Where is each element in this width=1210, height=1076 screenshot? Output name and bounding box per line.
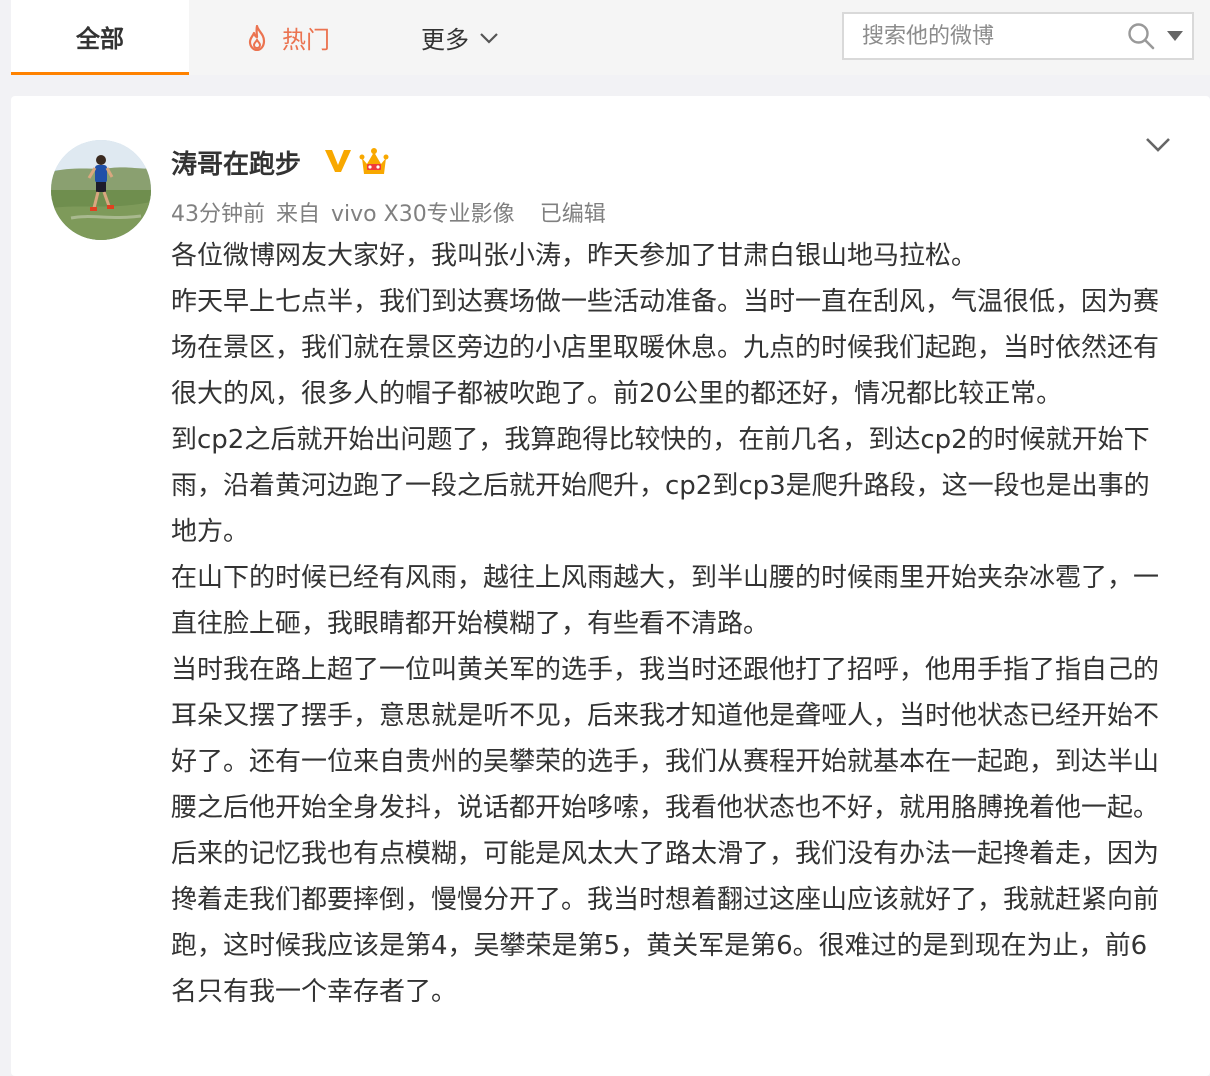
post-paragraph: 昨天早上七点半，我们到达赛场做一些活动准备。当时一直在刮风，气温很低，因为赛场在…	[171, 287, 1160, 409]
profile-tab-bar: 全部 热门 更多	[11, 0, 1210, 75]
avatar-photo	[51, 140, 151, 240]
caret-down-icon	[1167, 31, 1184, 41]
source-prefix: 来自	[276, 202, 321, 227]
search-button[interactable]	[1124, 14, 1159, 58]
post-source[interactable]: vivo X30专业影像	[331, 202, 515, 227]
member-crown-icon[interactable]	[359, 146, 389, 178]
tab-all-label: 全部	[76, 24, 124, 53]
flame-icon	[248, 24, 266, 51]
post-paragraph: 在山下的时候已经有风雨，越往上风雨越大，到半山腰的时候雨里开始夹杂冰雹了，一直往…	[171, 563, 1160, 639]
post-meta: 43分钟前 来自 vivo X30专业影像 已编辑	[171, 196, 610, 228]
tab-more-dropdown[interactable]: 更多	[387, 0, 533, 75]
search-icon	[1128, 23, 1155, 50]
edited-label[interactable]: 已编辑	[540, 202, 606, 227]
verified-v-icon[interactable]	[324, 148, 352, 174]
search-box	[842, 12, 1194, 60]
post-paragraph: 各位微博网友大家好，我叫张小涛，昨天参加了甘肃白银山地马拉松。	[171, 241, 978, 271]
post-content: 各位微博网友大家好，我叫张小涛，昨天参加了甘肃白银山地马拉松。 昨天早上七点半，…	[171, 233, 1171, 1015]
post-options-chevron-icon[interactable]	[1144, 134, 1172, 156]
weibo-post-card: 涛哥在跑步 43分钟前 来自 vivo X30专业影像 已编辑 各位微博网友大家…	[11, 96, 1210, 1076]
chevron-down-icon	[480, 32, 498, 44]
tab-all[interactable]: 全部	[11, 0, 189, 75]
post-paragraph: 到cp2之后就开始出问题了，我算跑得比较快的，在前几名，到达cp2的时候就开始下…	[171, 425, 1150, 547]
avatar[interactable]	[51, 140, 151, 240]
search-options-dropdown[interactable]	[1159, 14, 1192, 58]
tab-hot-label: 热门	[282, 26, 330, 54]
post-paragraph: 当时我在路上超了一位叫黄关军的选手，我当时还跟他打了招呼，他用手指了指自己的耳朵…	[171, 655, 1160, 1007]
tab-hot[interactable]: 热门	[189, 0, 387, 75]
search-input[interactable]	[844, 14, 1124, 58]
tab-more-label: 更多	[421, 26, 469, 54]
post-time[interactable]: 43分钟前	[171, 202, 265, 227]
author-name[interactable]: 涛哥在跑步	[171, 144, 301, 181]
